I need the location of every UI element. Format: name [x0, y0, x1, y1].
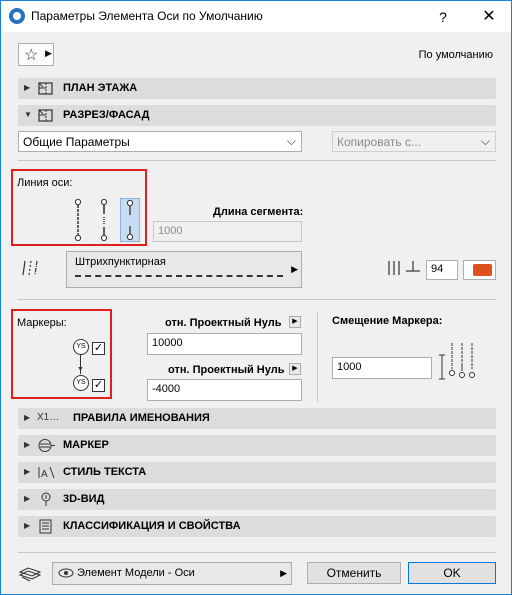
- layer-select[interactable]: Элемент Модели - Оси ▶: [52, 562, 292, 585]
- pen-number-input[interactable]: 94: [426, 260, 458, 280]
- window-title: Параметры Элемента Оси по Умолчанию: [31, 9, 263, 23]
- section-naming-rules[interactable]: ▶ X1… ПРАВИЛА ИМЕНОВАНИЯ: [18, 408, 496, 429]
- input-value: 1000: [337, 361, 362, 373]
- top-marker-checkbox[interactable]: ✓: [92, 342, 105, 355]
- pen-color-button[interactable]: [463, 260, 496, 280]
- floor-plan-icon: [37, 81, 55, 96]
- copy-from-select[interactable]: Копировать с... ⌵: [332, 131, 496, 152]
- general-settings-select[interactable]: Общие Параметры ⌵: [18, 131, 302, 152]
- section-marker[interactable]: ▶ МАРКЕР: [18, 435, 496, 456]
- markers-label: Маркеры:: [17, 317, 67, 329]
- segment-length-label: Длина сегмента:: [213, 206, 304, 218]
- axis-ends-icon: [126, 199, 134, 241]
- default-label: По умолчанию: [418, 49, 493, 61]
- section-label: 3D-ВИД: [63, 493, 105, 505]
- collapse-arrow-icon: ▼: [24, 110, 32, 119]
- section-text-style[interactable]: ▶ A СТИЛЬ ТЕКСТА: [18, 462, 496, 483]
- select-value: Копировать с...: [337, 135, 421, 149]
- bottom-marker-elevation-input[interactable]: -4000: [147, 379, 302, 401]
- dialog-content: ☆ ▶ По умолчанию ▶ ПЛАН ЭТАЖА ▼ РАЗРЕЗ/Ф…: [1, 32, 511, 594]
- triangle-right-icon: ▶: [291, 264, 298, 274]
- marker-offset-label: Смещение Маркера:: [332, 315, 443, 327]
- section-label: СТИЛЬ ТЕКСТА: [63, 466, 147, 478]
- triangle-right-icon: ▶: [45, 48, 52, 58]
- linetype-icon: [21, 259, 45, 277]
- axis-full-icon: [74, 198, 82, 242]
- bottom-reference-button[interactable]: ▶: [289, 363, 301, 375]
- input-value: 10000: [152, 337, 183, 349]
- triangle-right-icon: ▶: [292, 318, 298, 325]
- vertical-divider: [317, 311, 318, 402]
- top-marker-badge: YS: [73, 339, 89, 355]
- text-style-icon: A: [37, 465, 55, 480]
- triangle-right-icon: ▶: [292, 365, 298, 372]
- section-label: МАРКЕР: [63, 439, 109, 451]
- marker-offset-icon: [438, 341, 478, 385]
- linetype-preview: [75, 275, 283, 277]
- select-value: Общие Параметры: [23, 135, 130, 149]
- top-reference-label: отн. Проектный Нуль: [165, 317, 282, 329]
- layer-icon: [18, 564, 42, 582]
- 3d-view-icon: [37, 492, 55, 507]
- pen-icon: [386, 259, 424, 277]
- pen-color-swatch: [473, 264, 492, 276]
- layer-name: Элемент Модели - Оси: [77, 567, 195, 579]
- classification-icon: [37, 519, 55, 534]
- expand-arrow-icon: ▶: [24, 440, 31, 449]
- section-elevation-icon: [37, 108, 55, 123]
- divider: [18, 552, 496, 553]
- segment-length-input[interactable]: 1000: [153, 221, 302, 242]
- triangle-right-icon: ▶: [280, 568, 287, 578]
- marker-icon: [37, 438, 55, 453]
- eye-icon: [58, 566, 74, 580]
- help-button[interactable]: ?: [428, 5, 458, 29]
- expand-arrow-icon: ▶: [24, 413, 31, 422]
- section-label: КЛАССИФИКАЦИЯ И СВОЙСТВА: [63, 520, 241, 532]
- section-label: ПЛАН ЭТАЖА: [63, 82, 138, 94]
- section-section-elevation[interactable]: ▼ РАЗРЕЗ/ФАСАД: [18, 105, 496, 126]
- dialog-window: Параметры Элемента Оси по Умолчанию ? ✕ …: [0, 0, 512, 595]
- marker-offset-input[interactable]: 1000: [332, 357, 432, 379]
- section-label: ПРАВИЛА ИМЕНОВАНИЯ: [73, 412, 210, 424]
- divider: [18, 299, 496, 300]
- bottom-marker-checkbox[interactable]: ✓: [92, 379, 105, 392]
- close-button[interactable]: ✕: [471, 5, 507, 29]
- arrow-down-icon: ▼: [77, 366, 84, 373]
- cancel-button[interactable]: Отменить: [307, 562, 401, 584]
- input-value: 1000: [158, 225, 183, 237]
- section-classification[interactable]: ▶ КЛАССИФИКАЦИЯ И СВОЙСТВА: [18, 516, 496, 537]
- expand-arrow-icon: ▶: [24, 521, 31, 530]
- svg-text:A: A: [41, 469, 48, 480]
- section-3d-view[interactable]: ▶ 3D-ВИД: [18, 489, 496, 510]
- title-bar: Параметры Элемента Оси по Умолчанию ? ✕: [1, 1, 511, 32]
- section-label: РАЗРЕЗ/ФАСАД: [63, 109, 150, 121]
- bottom-reference-label: отн. Проектный Нуль: [168, 364, 285, 376]
- naming-rules-icon: X1…: [37, 412, 60, 423]
- section-floor-plan[interactable]: ▶ ПЛАН ЭТАЖА: [18, 78, 496, 99]
- axis-line-label: Линия оси:: [17, 177, 73, 189]
- input-value: 94: [431, 263, 444, 275]
- linetype-selector[interactable]: Штрихпунктирная ▶: [66, 251, 302, 288]
- favorites-button[interactable]: ☆ ▶: [18, 43, 54, 66]
- input-value: -4000: [152, 383, 181, 395]
- star-icon: ☆: [24, 47, 39, 64]
- bottom-marker-badge: YS: [73, 375, 89, 391]
- axis-line-full-button[interactable]: [68, 198, 88, 242]
- top-reference-button[interactable]: ▶: [289, 316, 301, 328]
- expand-arrow-icon: ▶: [24, 467, 31, 476]
- app-icon: [9, 8, 25, 24]
- divider: [18, 160, 496, 161]
- ok-button[interactable]: OK: [408, 562, 496, 584]
- axis-segmented-icon: [100, 198, 108, 242]
- linetype-name: Штрихпунктирная: [75, 256, 166, 268]
- axis-line-ends-button[interactable]: [120, 198, 140, 242]
- axis-line-segmented-button[interactable]: [94, 198, 114, 242]
- chevron-down-icon: ⌵: [286, 134, 296, 148]
- top-marker-elevation-input[interactable]: 10000: [147, 333, 302, 355]
- expand-arrow-icon: ▶: [24, 83, 31, 92]
- expand-arrow-icon: ▶: [24, 494, 31, 503]
- chevron-down-icon: ⌵: [480, 134, 490, 148]
